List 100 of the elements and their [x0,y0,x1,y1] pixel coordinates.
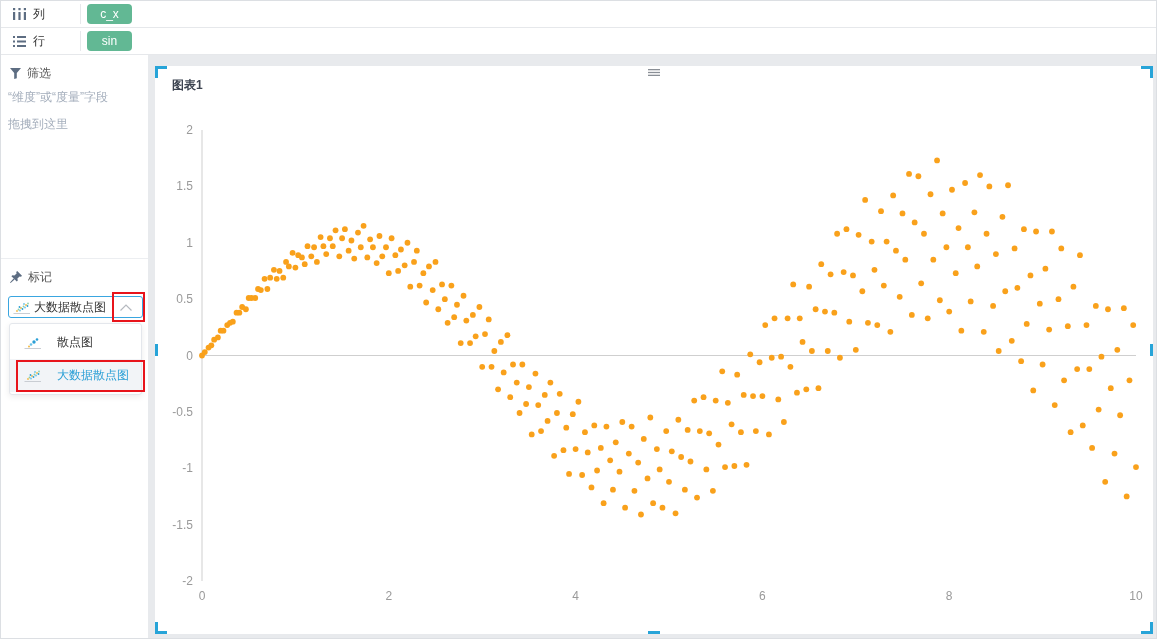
data-point [454,301,460,308]
data-point [952,270,959,277]
data-point [943,244,950,251]
data-point [385,270,392,277]
data-point [781,419,787,425]
data-point [407,283,414,290]
data-point [809,348,815,354]
data-point [631,487,638,494]
data-point [803,386,810,393]
resize-handle[interactable] [1141,66,1153,78]
resize-handle[interactable] [1141,622,1153,634]
data-point [840,269,847,275]
resize-handle[interactable] [1150,344,1153,356]
data-point [890,192,897,199]
resize-handle[interactable] [155,622,167,634]
data-point [747,351,754,358]
data-point [413,247,420,254]
resize-handle[interactable] [648,631,660,634]
data-point [544,418,551,424]
data-point [946,308,953,315]
data-point [435,306,442,313]
x-tick-label: 10 [1129,589,1143,603]
data-point [1046,326,1053,333]
data-point [668,448,675,455]
data-point [1111,450,1118,457]
dense-scatter-icon [24,369,41,382]
data-point [1083,322,1090,328]
data-point [1055,296,1062,302]
data-point [846,318,853,325]
data-point [949,186,955,193]
y-tick-label: 0.5 [176,292,193,307]
data-point [1133,464,1139,470]
dropdown-option[interactable]: 散点图 [10,326,141,359]
data-point [619,419,626,425]
data-point [640,436,647,442]
data-point [1051,402,1058,408]
data-point [485,316,492,323]
data-point [706,430,713,437]
data-point [448,282,455,289]
data-point [834,230,840,237]
data-point [357,244,364,251]
drag-handle-icon[interactable] [648,69,660,76]
data-point [868,238,875,245]
data-point [1027,272,1034,279]
data-point [1067,429,1074,436]
caret-icon[interactable] [120,303,132,311]
data-point [703,466,710,473]
resize-handle[interactable] [155,344,158,356]
data-point [734,371,741,378]
data-point [1005,182,1011,189]
data-point [628,423,635,430]
data-point [915,173,922,180]
data-point [902,256,909,263]
data-point [1123,493,1130,500]
data-point [983,230,990,237]
x-tick-label: 2 [385,589,393,603]
dense-scatter-icon [13,300,30,314]
y-tick-label: 2 [186,123,193,137]
data-point [756,359,763,366]
data-point [700,394,707,401]
data-point [551,452,557,459]
data-point [653,446,660,452]
data-point [495,386,501,393]
resize-handle[interactable] [155,66,167,78]
y-tick-label: -1 [182,461,193,476]
data-point [1002,288,1009,295]
data-point [880,282,887,289]
data-point [507,394,514,401]
data-point [638,511,644,518]
data-point [796,315,803,322]
data-point [510,361,516,368]
data-point [482,331,488,337]
y-tick-label: 0 [186,348,193,363]
data-point [1126,377,1133,384]
drop-hint: “维度”或“度量”字段拖拽到这里 [8,89,109,133]
data-point [993,251,999,257]
data-point [750,393,756,399]
data-point [1098,353,1105,360]
data-point [743,461,750,468]
data-point [852,346,859,353]
data-point [610,486,616,493]
data-point [411,259,417,265]
field-pill[interactable]: sin [87,31,132,51]
data-point [980,328,987,335]
data-point [1023,321,1030,327]
data-point [572,446,579,452]
data-point [566,471,572,477]
data-point [528,431,535,438]
data-point [317,234,324,240]
data-point [488,363,495,370]
field-pill[interactable]: c_x [87,4,132,24]
data-point [1021,226,1027,233]
data-point [710,487,716,494]
data-point [342,226,348,233]
data-point [724,399,731,406]
data-point [541,392,548,398]
data-point [441,296,448,302]
data-point [855,231,862,238]
data-point [859,288,866,295]
data-point [429,287,436,293]
